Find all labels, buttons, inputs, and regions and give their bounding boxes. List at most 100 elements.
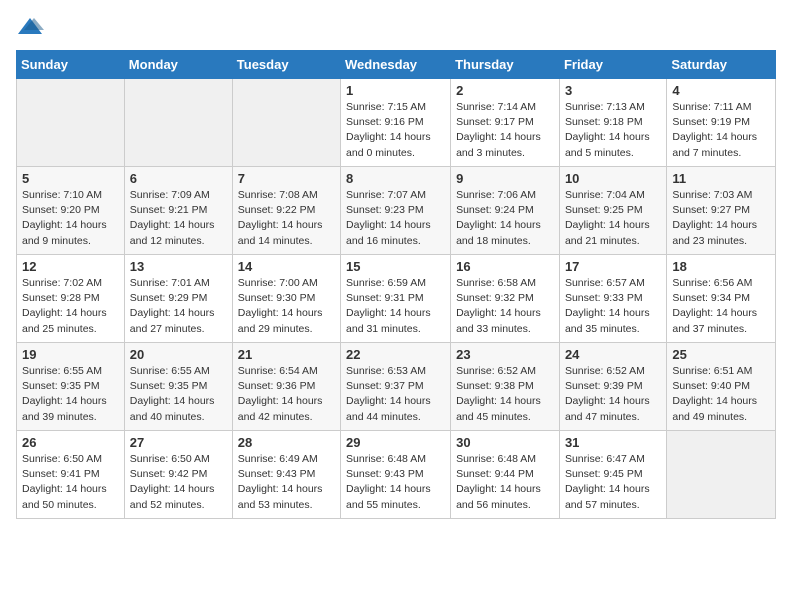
day-number: 25 [672,347,770,362]
calendar-cell: 19Sunrise: 6:55 AMSunset: 9:35 PMDayligh… [17,343,125,431]
day-number: 28 [238,435,335,450]
day-number: 21 [238,347,335,362]
calendar-cell: 1 Sunrise: 7:15 AMSunset: 9:16 PMDaylight… [341,79,451,167]
weekday-header-tuesday: Tuesday [232,51,340,79]
day-info: Sunrise: 7:08 AMSunset: 9:22 PMDaylight:… [238,188,335,249]
day-info: Sunrise: 6:59 AMSunset: 9:31 PMDaylight:… [346,276,445,337]
calendar-cell: 4 Sunrise: 7:11 AMSunset: 9:19 PMDaylight… [667,79,776,167]
calendar-cell: 26 Sunrise: 6:50 AMSunset: 9:41 PMDayligh… [17,431,125,519]
day-number: 23 [456,347,554,362]
day-info: Sunrise: 6:58 AMSunset: 9:32 PMDaylight:… [456,276,554,337]
calendar-cell: 3 Sunrise: 7:13 AMSunset: 9:18 PMDaylight… [559,79,666,167]
day-number: 24 [565,347,661,362]
weekday-header-friday: Friday [559,51,666,79]
day-info: Sunrise: 6:51 AMSunset: 9:40 PMDaylight:… [672,364,770,425]
day-info: Sunrise: 6:54 AMSunset: 9:36 PMDaylight:… [238,364,335,425]
day-info: Sunrise: 7:06 AMSunset: 9:24 PMDaylight:… [456,188,554,249]
day-number: 1 [346,83,445,98]
day-info: Sunrise: 6:48 AMSunset: 9:44 PMDaylight:… [456,452,554,513]
calendar-cell [667,431,776,519]
calendar-cell: 11Sunrise: 7:03 AMSunset: 9:27 PMDayligh… [667,167,776,255]
calendar-cell: 27 Sunrise: 6:50 AMSunset: 9:42 PMDayligh… [124,431,232,519]
day-info: Sunrise: 6:55 AMSunset: 9:35 PMDaylight:… [130,364,227,425]
day-info: Sunrise: 6:49 AMSunset: 9:43 PMDaylight:… [238,452,335,513]
calendar-week-row: 19 Sunrise: 6:55 AMSunset: 9:35 PMDayligh… [17,343,776,431]
calendar-cell [124,79,232,167]
day-number: 3 [565,83,661,98]
day-number: 31 [565,435,661,450]
day-info: Sunrise: 7:15 AMSunset: 9:16 PMDaylight:… [346,100,445,161]
day-info: Sunrise: 6:56 AMSunset: 9:34 PMDaylight:… [672,276,770,337]
calendar-cell: 22 Sunrise: 6:53 AMSunset: 9:37 PMDayligh… [341,343,451,431]
calendar-table: SundayMondayTuesdayWednesdayThursdayFrid… [16,50,776,519]
day-info: Sunrise: 7:04 AMSunset: 9:25 PMDaylight:… [565,188,661,249]
logo-icon [16,16,44,38]
day-number: 17 [565,259,661,274]
calendar-week-row: 1 Sunrise: 7:15 AMSunset: 9:16 PMDaylight… [17,79,776,167]
day-number: 18 [672,259,770,274]
day-number: 11 [672,171,770,186]
calendar-cell: 12 Sunrise: 7:02 AMSunset: 9:28 PMDayligh… [17,255,125,343]
day-info: Sunrise: 6:50 AMSunset: 9:42 PMDaylight:… [130,452,227,513]
calendar-cell: 29Sunrise: 6:48 AMSunset: 9:43 PMDayligh… [341,431,451,519]
day-number: 13 [130,259,227,274]
calendar-cell: 9 Sunrise: 7:06 AMSunset: 9:24 PMDaylight… [451,167,560,255]
day-info: Sunrise: 6:53 AMSunset: 9:37 PMDaylight:… [346,364,445,425]
weekday-header-row: SundayMondayTuesdayWednesdayThursdayFrid… [17,51,776,79]
weekday-header-saturday: Saturday [667,51,776,79]
day-info: Sunrise: 7:09 AMSunset: 9:21 PMDaylight:… [130,188,227,249]
day-number: 27 [130,435,227,450]
day-info: Sunrise: 7:07 AMSunset: 9:23 PMDaylight:… [346,188,445,249]
calendar-cell: 2Sunrise: 7:14 AMSunset: 9:17 PMDaylight… [451,79,560,167]
day-info: Sunrise: 7:10 AMSunset: 9:20 PMDaylight:… [22,188,119,249]
day-number: 7 [238,171,335,186]
calendar-cell: 5 Sunrise: 7:10 AMSunset: 9:20 PMDaylight… [17,167,125,255]
day-number: 26 [22,435,119,450]
day-number: 12 [22,259,119,274]
calendar-cell: 14 Sunrise: 7:00 AMSunset: 9:30 PMDayligh… [232,255,340,343]
day-number: 30 [456,435,554,450]
calendar-cell: 17 Sunrise: 6:57 AMSunset: 9:33 PMDayligh… [559,255,666,343]
day-info: Sunrise: 6:52 AMSunset: 9:38 PMDaylight:… [456,364,554,425]
weekday-header-monday: Monday [124,51,232,79]
calendar-cell: 24 Sunrise: 6:52 AMSunset: 9:39 PMDayligh… [559,343,666,431]
day-number: 4 [672,83,770,98]
calendar-cell: 20 Sunrise: 6:55 AMSunset: 9:35 PMDayligh… [124,343,232,431]
day-info: Sunrise: 7:00 AMSunset: 9:30 PMDaylight:… [238,276,335,337]
day-number: 15 [346,259,445,274]
calendar-cell: 25 Sunrise: 6:51 AMSunset: 9:40 PMDayligh… [667,343,776,431]
calendar-cell: 21 Sunrise: 6:54 AMSunset: 9:36 PMDayligh… [232,343,340,431]
day-number: 8 [346,171,445,186]
calendar-cell: 31 Sunrise: 6:47 AMSunset: 9:45 PMDayligh… [559,431,666,519]
calendar-cell: 28 Sunrise: 6:49 AMSunset: 9:43 PMDayligh… [232,431,340,519]
day-info: Sunrise: 7:01 AMSunset: 9:29 PMDaylight:… [130,276,227,337]
calendar-week-row: 12 Sunrise: 7:02 AMSunset: 9:28 PMDayligh… [17,255,776,343]
calendar-week-row: 5 Sunrise: 7:10 AMSunset: 9:20 PMDaylight… [17,167,776,255]
calendar-cell: 10Sunrise: 7:04 AMSunset: 9:25 PMDayligh… [559,167,666,255]
day-number: 5 [22,171,119,186]
day-info: Sunrise: 6:50 AMSunset: 9:41 PMDaylight:… [22,452,119,513]
calendar-cell: 16Sunrise: 6:58 AMSunset: 9:32 PMDayligh… [451,255,560,343]
calendar-cell: 30 Sunrise: 6:48 AMSunset: 9:44 PMDayligh… [451,431,560,519]
calendar-cell: 6 Sunrise: 7:09 AMSunset: 9:21 PMDaylight… [124,167,232,255]
calendar-cell [232,79,340,167]
day-info: Sunrise: 7:11 AMSunset: 9:19 PMDaylight:… [672,100,770,161]
day-number: 19 [22,347,119,362]
day-info: Sunrise: 6:47 AMSunset: 9:45 PMDaylight:… [565,452,661,513]
day-number: 9 [456,171,554,186]
calendar-cell: 15 Sunrise: 6:59 AMSunset: 9:31 PMDayligh… [341,255,451,343]
day-info: Sunrise: 6:52 AMSunset: 9:39 PMDaylight:… [565,364,661,425]
weekday-header-wednesday: Wednesday [341,51,451,79]
day-number: 29 [346,435,445,450]
day-info: Sunrise: 7:02 AMSunset: 9:28 PMDaylight:… [22,276,119,337]
day-number: 14 [238,259,335,274]
calendar-cell: 23 Sunrise: 6:52 AMSunset: 9:38 PMDayligh… [451,343,560,431]
calendar-week-row: 26 Sunrise: 6:50 AMSunset: 9:41 PMDayligh… [17,431,776,519]
logo [16,16,48,38]
day-number: 20 [130,347,227,362]
day-number: 22 [346,347,445,362]
day-info: Sunrise: 7:13 AMSunset: 9:18 PMDaylight:… [565,100,661,161]
weekday-header-thursday: Thursday [451,51,560,79]
day-info: Sunrise: 6:57 AMSunset: 9:33 PMDaylight:… [565,276,661,337]
day-number: 6 [130,171,227,186]
